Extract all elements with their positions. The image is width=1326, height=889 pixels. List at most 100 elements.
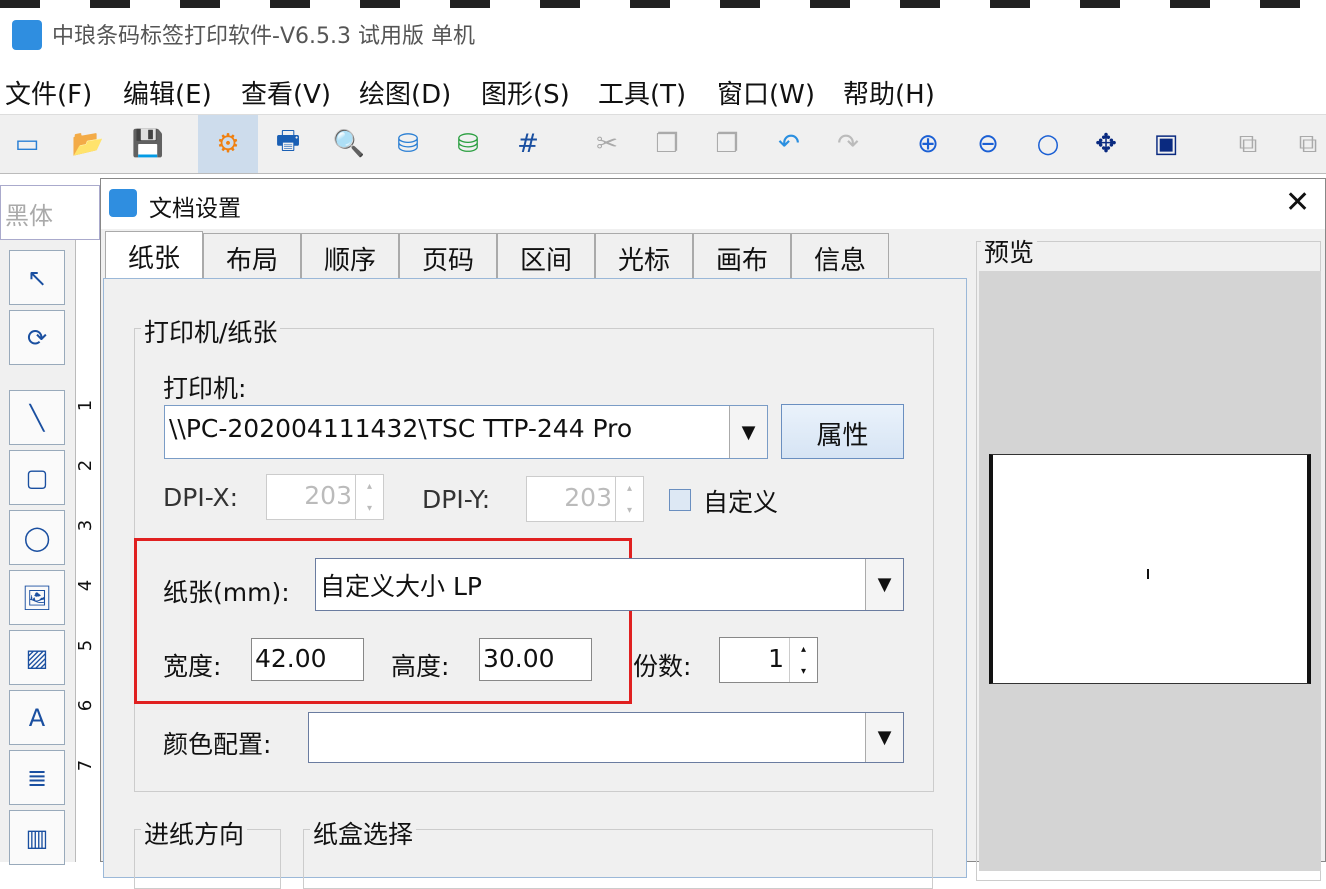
width-input[interactable]: 42.00 bbox=[251, 638, 364, 681]
undo-icon[interactable]: ↶ bbox=[772, 127, 806, 161]
menu-bar: 文件(F) 编辑(E) 查看(V) 绘图(D) 图形(S) 工具(T) 窗口(W) 帮助(H) bbox=[0, 68, 1326, 112]
rich-text-icon[interactable]: ≣ bbox=[9, 750, 65, 805]
rotate-icon[interactable]: ⟳ bbox=[9, 310, 65, 365]
menu-item[interactable]: 图形(S) bbox=[481, 74, 570, 111]
rectangle-icon[interactable]: ▢ bbox=[9, 450, 65, 505]
dpi-x-value: 203 bbox=[304, 481, 352, 510]
menu-item[interactable]: 窗口(W) bbox=[717, 74, 815, 111]
copies-label: 份数: bbox=[633, 647, 691, 683]
app-logo-icon bbox=[12, 20, 42, 50]
line-icon[interactable]: ╲ bbox=[9, 390, 65, 445]
copy-icon[interactable]: ❐ bbox=[650, 127, 684, 161]
print-preview-icon[interactable]: 🔍 bbox=[332, 127, 366, 161]
fit-page-icon[interactable]: ✥ bbox=[1089, 127, 1123, 161]
left-toolbar: ↖⟳ ╲▢◯🖼▨A≣▥ bbox=[0, 240, 75, 862]
printer-paper-group-label: 打印机/纸张 bbox=[141, 313, 280, 349]
spinner-arrows-icon: ▴▾ bbox=[615, 477, 643, 521]
save-icon[interactable]: 💾 bbox=[131, 127, 165, 161]
picture-icon[interactable]: ▨ bbox=[9, 630, 65, 685]
feed-direction-label: 进纸方向 bbox=[141, 815, 247, 851]
toolbar: ▭ 📂 💾 ⚙ 🖶 🔍 ⛁ ⛁ # ✂ ❐ ❐ ↶ ↷ ⊕ ⊖ ○ ✥ ▣ ⧉ ⧉ bbox=[0, 114, 1326, 174]
dialog-titlebar: 文档设置 ✕ bbox=[101, 179, 1325, 229]
menu-item[interactable]: 帮助(H) bbox=[843, 74, 935, 111]
printer-select[interactable]: \\PC-202004111432\TSC TTP-244 Pro ▼ bbox=[164, 405, 768, 459]
background-band bbox=[0, 0, 1326, 8]
tab-5[interactable]: 光标 bbox=[595, 233, 693, 279]
menu-item[interactable]: 查看(V) bbox=[241, 74, 331, 111]
dpi-x-spinner: 203▴▾ bbox=[266, 474, 384, 520]
document-settings-dialog: 文档设置 ✕ 纸张布局顺序页码区间光标画布信息 打印机/纸张 打印机: \\PC… bbox=[100, 178, 1326, 862]
image-icon[interactable]: 🖼 bbox=[9, 570, 65, 625]
properties-button[interactable]: 属性 bbox=[781, 404, 904, 459]
font-select[interactable]: 黑体 bbox=[0, 185, 100, 240]
dialog-icon bbox=[109, 189, 137, 217]
grid-icon[interactable]: # bbox=[511, 127, 545, 161]
tray-label: 纸盒选择 bbox=[310, 815, 416, 851]
ruler-tick-label: 3 bbox=[75, 520, 96, 531]
tab-3[interactable]: 页码 bbox=[399, 233, 497, 279]
menu-item[interactable]: 文件(F) bbox=[5, 74, 92, 111]
database-icon[interactable]: ⛁ bbox=[391, 127, 425, 161]
copies-spinner[interactable]: 1▴▾ bbox=[719, 637, 818, 683]
height-input[interactable]: 30.00 bbox=[479, 638, 592, 681]
ungroup-icon[interactable]: ⧉ bbox=[1291, 127, 1325, 161]
color-config-select[interactable]: ▼ bbox=[308, 712, 904, 763]
text-icon[interactable]: A bbox=[9, 690, 65, 745]
preview-label: 预览 bbox=[981, 233, 1037, 269]
actual-size-icon[interactable]: ▣ bbox=[1149, 127, 1183, 161]
tab-7[interactable]: 信息 bbox=[791, 233, 889, 279]
open-icon[interactable]: 📂 bbox=[71, 127, 105, 161]
color-config-label: 颜色配置: bbox=[163, 725, 271, 761]
paste-icon[interactable]: ❐ bbox=[710, 127, 744, 161]
zoom-icon[interactable]: ○ bbox=[1031, 127, 1065, 161]
zoom-out-icon[interactable]: ⊖ bbox=[971, 127, 1005, 161]
close-icon[interactable]: ✕ bbox=[1285, 185, 1310, 220]
printer-label: 打印机: bbox=[163, 369, 246, 405]
new-icon[interactable]: ▭ bbox=[10, 127, 44, 161]
spinner-arrows-icon[interactable]: ▴▾ bbox=[789, 638, 817, 682]
spinner-arrows-icon: ▴▾ bbox=[355, 475, 383, 519]
menu-item[interactable]: 绘图(D) bbox=[359, 74, 451, 111]
tab-4[interactable]: 区间 bbox=[497, 233, 595, 279]
custom-label: 自定义 bbox=[703, 483, 778, 519]
vertical-ruler: 1 2 3 4 5 6 7 bbox=[75, 240, 100, 862]
menu-item[interactable]: 编辑(E) bbox=[123, 74, 212, 111]
ruler-tick-label: 4 bbox=[75, 580, 96, 591]
tab-1[interactable]: 布局 bbox=[203, 233, 301, 279]
paper-label: 纸张(mm): bbox=[163, 573, 290, 609]
dpi-x-label: DPI-X: bbox=[163, 483, 238, 512]
dpi-y-spinner: 203▴▾ bbox=[526, 476, 644, 522]
copies-value: 1 bbox=[768, 644, 784, 673]
menu-item[interactable]: 工具(T) bbox=[598, 74, 686, 111]
custom-checkbox[interactable] bbox=[669, 489, 691, 511]
barcode-icon[interactable]: ▥ bbox=[9, 810, 65, 865]
tab-0[interactable]: 纸张 bbox=[105, 231, 203, 281]
chevron-down-icon[interactable]: ▼ bbox=[865, 713, 903, 762]
settings-icon[interactable]: ⚙ bbox=[211, 127, 245, 161]
ruler-tick-label: 5 bbox=[75, 640, 96, 651]
dpi-y-value: 203 bbox=[564, 483, 612, 512]
ruler-tick-label: 1 bbox=[75, 400, 96, 411]
cut-icon[interactable]: ✂ bbox=[590, 127, 624, 161]
group-icon[interactable]: ⧉ bbox=[1231, 127, 1265, 161]
tab-2[interactable]: 顺序 bbox=[301, 233, 399, 279]
paper-select[interactable]: 自定义大小 LP ▼ bbox=[315, 558, 904, 611]
select-icon[interactable]: ↖ bbox=[9, 250, 65, 305]
preview-mark bbox=[1147, 569, 1149, 579]
ruler-tick-label: 2 bbox=[75, 460, 96, 471]
chevron-down-icon[interactable]: ▼ bbox=[865, 559, 903, 610]
height-label: 高度: bbox=[391, 647, 449, 683]
tab-6[interactable]: 画布 bbox=[693, 233, 791, 279]
database-connect-icon[interactable]: ⛁ bbox=[451, 127, 485, 161]
ruler-tick-label: 7 bbox=[75, 760, 96, 771]
ruler-tick-label: 6 bbox=[75, 700, 96, 711]
redo-icon[interactable]: ↷ bbox=[831, 127, 865, 161]
chevron-down-icon[interactable]: ▼ bbox=[729, 406, 767, 458]
window-title: 中琅条码标签打印软件-V6.5.3 试用版 单机 bbox=[52, 18, 475, 50]
printer-value: \\PC-202004111432\TSC TTP-244 Pro bbox=[169, 414, 632, 443]
ellipse-icon[interactable]: ◯ bbox=[9, 510, 65, 565]
paper-value: 自定义大小 LP bbox=[320, 572, 482, 601]
zoom-in-icon[interactable]: ⊕ bbox=[911, 127, 945, 161]
print-icon[interactable]: 🖶 bbox=[271, 127, 305, 161]
label-preview bbox=[989, 454, 1311, 684]
